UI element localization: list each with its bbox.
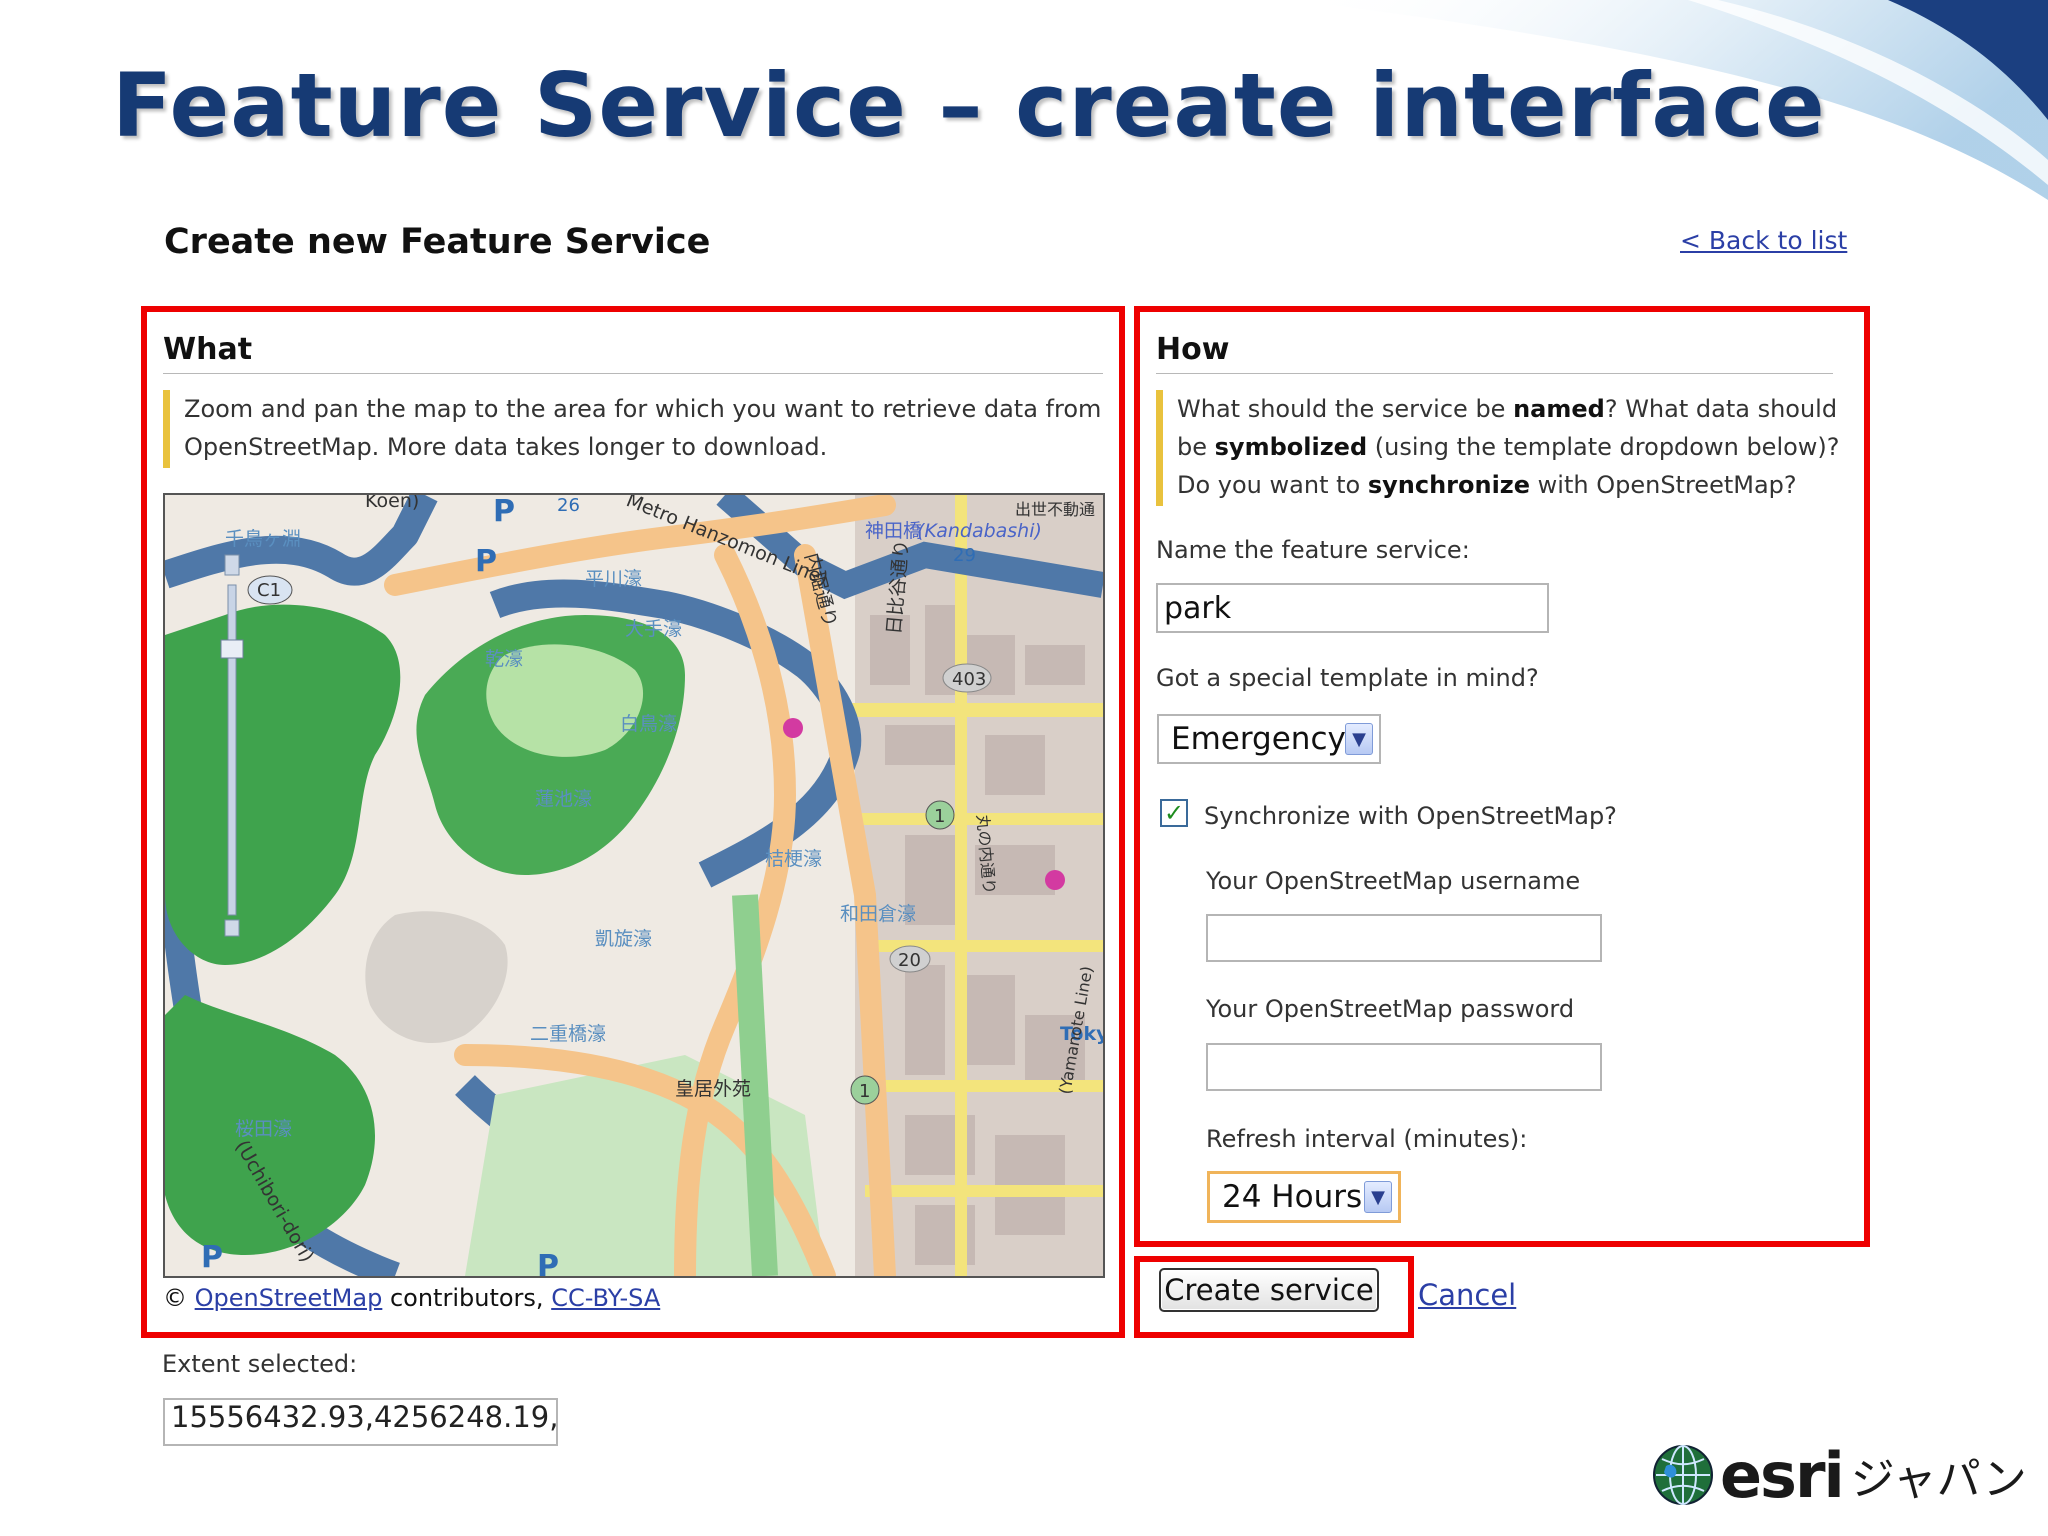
- map-poi-marker: [783, 718, 803, 738]
- map-label-kandabashi: (Kandabashi): [917, 520, 1042, 542]
- svg-text:P: P: [493, 495, 515, 529]
- map-label-wadakura: 和田倉濠: [840, 903, 916, 925]
- password-input[interactable]: [1206, 1043, 1602, 1091]
- svg-text:P: P: [201, 1240, 223, 1275]
- map-label-route-1b: 1: [859, 1081, 870, 1102]
- map-label-nagai: 凱旋濠: [595, 928, 652, 950]
- map-attribution: © OpenStreetMap contributors, CC-BY-SA: [163, 1284, 660, 1312]
- map-label-koen: Koen): [365, 495, 419, 512]
- what-instructions: Zoom and pan the map to the area for whi…: [163, 390, 1103, 468]
- service-name-label: Name the feature service:: [1156, 536, 1470, 564]
- svg-text:P: P: [537, 1249, 559, 1276]
- template-select-value: Emergency: [1171, 721, 1346, 757]
- how-instructions-line1: What should the service be named? What d…: [1177, 395, 1838, 423]
- how-instructions-line2: be symbolized (using the template dropdo…: [1177, 433, 1840, 461]
- globe-icon: [1653, 1445, 1713, 1505]
- username-input[interactable]: [1206, 914, 1602, 962]
- map-label-route-26: 26: [557, 495, 580, 516]
- extent-label: Extent selected:: [162, 1350, 358, 1378]
- map-label-route-403: 403: [952, 669, 986, 690]
- password-label: Your OpenStreetMap password: [1206, 995, 1575, 1023]
- logo-brand-text: esri: [1720, 1438, 1845, 1512]
- license-link[interactable]: CC-BY-SA: [551, 1284, 660, 1312]
- map-label-route-c1: C1: [257, 580, 281, 601]
- map-label-route-1a: 1: [934, 806, 945, 827]
- map-label-inui: 乾濠: [485, 648, 523, 670]
- map-label-sakurada: 桜田濠: [235, 1118, 292, 1140]
- map-label-kandabashi-jp: 神田橋: [865, 520, 922, 542]
- refresh-interval-select[interactable]: 24 Hours ▼: [1207, 1171, 1401, 1223]
- sync-label: Synchronize with OpenStreetMap?: [1204, 802, 1617, 830]
- map-viewer[interactable]: PPPP C1 26 29 403 1 20 1 Koen) Metro Han…: [163, 493, 1105, 1278]
- template-select[interactable]: Emergency ▼: [1157, 714, 1381, 764]
- logo-brand-jp-text: ジャパン: [1850, 1454, 2027, 1505]
- attribution-contributors-text: contributors,: [389, 1284, 544, 1312]
- map-label-nijubashi: 二重橋濠: [530, 1023, 606, 1045]
- sync-checkbox[interactable]: ✓: [1160, 799, 1188, 827]
- back-to-list-link[interactable]: < Back to list: [1680, 226, 1847, 255]
- slide-title: Feature Service – create interface: [112, 54, 1826, 157]
- what-instructions-line1: Zoom and pan the map to the area for whi…: [184, 395, 1102, 423]
- what-heading: What: [163, 332, 1103, 374]
- map-label-hirakawa: 平川濠: [585, 568, 642, 590]
- what-instructions-line2: OpenStreetMap. More data takes longer to…: [184, 433, 828, 461]
- checkmark-icon: ✓: [1163, 799, 1185, 827]
- refresh-interval-label: Refresh interval (minutes):: [1206, 1125, 1528, 1153]
- map-label-kikyo: 桔梗濠: [765, 848, 822, 870]
- template-label: Got a special template in mind?: [1156, 664, 1539, 692]
- openstreetmap-link[interactable]: OpenStreetMap: [195, 1284, 383, 1312]
- refresh-interval-value: 24 Hours: [1222, 1179, 1363, 1215]
- map-label-kokyo-gaien: 皇居外苑: [675, 1078, 751, 1100]
- extent-field[interactable]: 15556432.93,4256248.19,15: [163, 1398, 558, 1446]
- username-label: Your OpenStreetMap username: [1206, 867, 1581, 895]
- service-name-input[interactable]: park: [1156, 583, 1549, 633]
- create-service-button[interactable]: Create service: [1159, 1268, 1379, 1312]
- map-poi-marker: [1045, 870, 1065, 890]
- how-instructions-line3: Do you want to synchronize with OpenStre…: [1177, 471, 1797, 499]
- map-label-hasuike: 蓮池濠: [535, 788, 592, 810]
- chevron-down-icon[interactable]: ▼: [1345, 723, 1373, 755]
- esri-japan-logo: esri ジャパン: [1652, 1438, 2027, 1512]
- map-label-oote: 大手濠: [625, 618, 682, 640]
- map-label-route-20: 20: [898, 950, 921, 971]
- page-heading: Create new Feature Service: [164, 222, 711, 262]
- copyright-symbol: ©: [163, 1284, 187, 1312]
- how-instructions: What should the service be named? What d…: [1156, 390, 1856, 506]
- map-label-hakucho: 白鳥濠: [620, 713, 677, 735]
- svg-text:P: P: [475, 544, 497, 579]
- how-heading: How: [1156, 332, 1833, 374]
- map-label-demae: 出世不動通: [1015, 500, 1095, 519]
- chevron-down-icon[interactable]: ▼: [1364, 1181, 1392, 1213]
- map-label-route-29: 29: [953, 545, 976, 566]
- map-label-chidorigafuchi: 千鳥ヶ淵: [225, 528, 301, 550]
- cancel-link[interactable]: Cancel: [1418, 1278, 1516, 1312]
